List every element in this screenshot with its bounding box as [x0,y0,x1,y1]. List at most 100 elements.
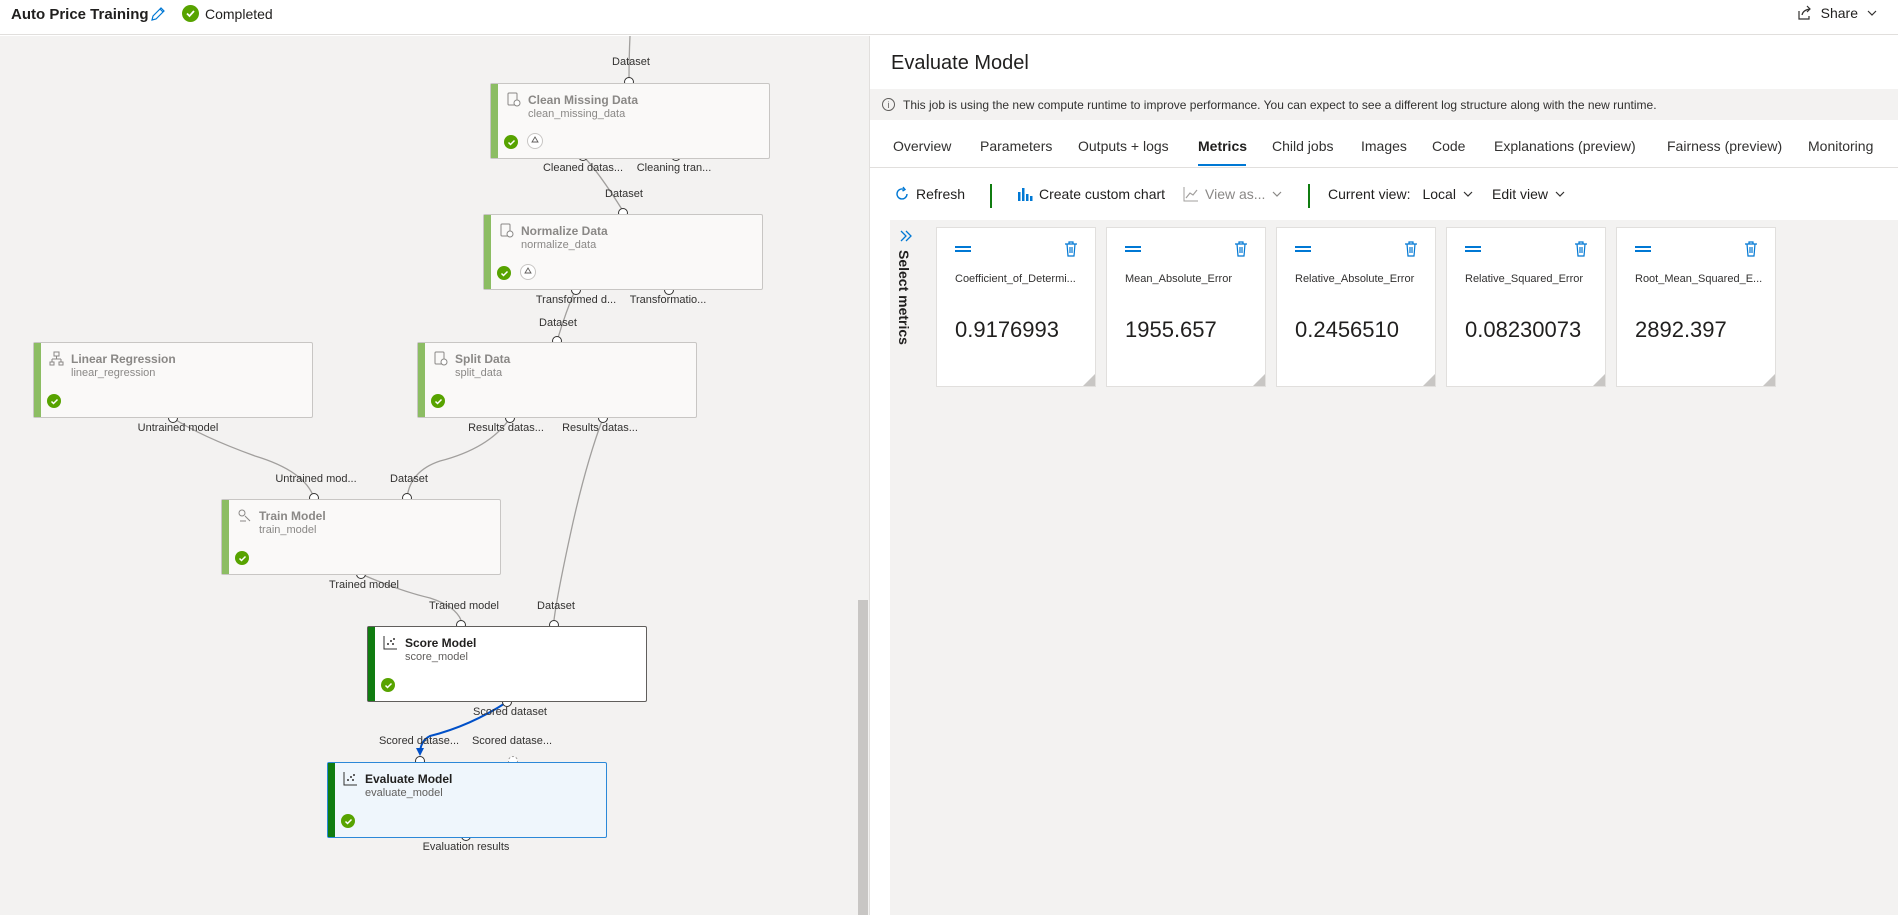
drag-handle-icon[interactable] [955,246,971,252]
resize-handle[interactable] [1253,374,1265,386]
node-subtitle: linear_regression [71,367,156,379]
refresh-icon [896,186,908,200]
current-view-label: Current view: [1328,186,1411,202]
node-title: Score Model [405,636,477,650]
tab-images[interactable]: Images [1361,138,1407,154]
model-icon [49,351,64,366]
info-text: This job is using the new compute runtim… [903,97,1657,112]
tab-outputs-logs[interactable]: Outputs + logs [1078,138,1169,154]
success-check-icon [504,135,518,149]
pipeline-canvas[interactable]: Dataset Cleaned datas... Cleaning tran..… [0,36,869,915]
success-check-icon [47,394,61,408]
refresh-label: Refresh [916,186,966,202]
port-label: Cleaned datas... [542,162,624,174]
port-label: Transformatio... [629,294,707,306]
resize-handle[interactable] [1593,374,1605,386]
node-evaluate-model[interactable]: Evaluate Model evaluate_model [327,762,607,838]
metric-name: Mean_Absolute_Error [1125,273,1233,285]
success-check-icon [497,266,511,280]
share-button[interactable]: Share [1797,5,1878,21]
create-custom-chart-button[interactable]: Create custom chart [1017,186,1165,202]
metric-card: Relative_Squared_Error 0.08230073 [1446,227,1606,387]
share-icon [1798,5,1811,20]
edit-pencil-icon[interactable] [149,5,167,23]
refresh-button[interactable]: Refresh [894,186,965,202]
node-title: Train Model [259,509,326,523]
info-icon: i [882,98,895,111]
node-title: Normalize Data [521,224,608,238]
port-label: Untrained mod... [275,473,357,485]
chevron-down-icon [1555,191,1565,197]
current-view-dropdown[interactable]: Current view: Local [1328,186,1474,202]
port-label: Dataset [537,600,575,612]
bar-chart-icon [1018,188,1033,201]
tab-child-jobs[interactable]: Child jobs [1272,138,1333,154]
node-linear-regression[interactable]: Linear Regression linear_regression [33,342,313,418]
node-title: Linear Regression [71,352,176,366]
port-label: Dataset [612,56,650,68]
tab-parameters[interactable]: Parameters [980,138,1052,154]
resize-handle[interactable] [1763,374,1775,386]
metric-value: 0.2456510 [1295,317,1399,342]
node-split-data[interactable]: Split Data split_data [417,342,697,418]
port-label: Scored dataset [473,706,547,718]
tab-metrics[interactable]: Metrics [1198,138,1247,154]
dataset-icon [507,92,521,107]
metrics-area: Select metrics Coefficient_of_Determi...… [890,220,1898,915]
delete-icon[interactable] [1063,240,1079,258]
node-title: Evaluate Model [365,772,453,786]
metric-value: 0.9176993 [955,317,1059,342]
node-title: Clean Missing Data [528,93,639,107]
tab-fairness[interactable]: Fairness (preview) [1667,138,1782,154]
view-as-dropdown[interactable]: View as... [1183,186,1283,202]
completed-check-icon [182,5,199,22]
resize-handle[interactable] [1083,374,1095,386]
port-label: Results datas... [468,422,544,434]
delete-icon[interactable] [1233,240,1249,258]
node-subtitle: train_model [259,524,317,536]
active-tab-indicator [1198,164,1246,166]
port-label: Evaluation results [422,841,510,853]
metric-name: Relative_Squared_Error [1465,273,1584,285]
delete-icon[interactable] [1403,240,1419,258]
node-subtitle: clean_missing_data [528,108,626,120]
tab-monitoring[interactable]: Monitoring [1808,138,1873,154]
metric-value: 1955.657 [1125,317,1217,342]
select-metrics-toggle[interactable]: Select metrics [890,220,920,915]
port-label: Dataset [390,473,428,485]
metric-name: Coefficient_of_Determi... [955,273,1076,285]
metric-name: Relative_Absolute_Error [1295,273,1415,285]
node-normalize-data[interactable]: Normalize Data normalize_data [483,214,763,290]
node-train-model[interactable]: Train Model train_model [221,499,501,575]
delete-icon[interactable] [1743,240,1759,258]
scatter-icon [343,772,357,786]
canvas-scrollbar[interactable] [858,600,868,915]
port-label: Dataset [539,317,577,329]
port-label: Trained model [429,600,499,612]
metrics-toolbar: Refresh Create custom chart View as... C… [870,176,1898,216]
dataset-icon [434,351,448,366]
view-as-label: View as... [1205,186,1266,202]
drag-handle-icon[interactable] [1295,246,1311,252]
node-subtitle: evaluate_model [365,787,443,799]
tab-code[interactable]: Code [1432,138,1465,154]
node-score-model[interactable]: Score Model score_model [367,626,647,702]
top-bar: Auto Price Training Completed Share [0,0,1898,35]
tab-bar: Overview Parameters Outputs + logs Metri… [870,128,1898,168]
select-metrics-label: Select metrics [896,250,912,345]
drag-handle-icon[interactable] [1465,246,1481,252]
drag-handle-icon[interactable] [1635,246,1651,252]
tab-overview[interactable]: Overview [893,138,951,154]
delete-icon[interactable] [1573,240,1589,258]
panel-title: Evaluate Model [891,52,1029,74]
success-check-icon [235,551,249,565]
tab-explanations[interactable]: Explanations (preview) [1494,138,1636,154]
port-label: Transformed d... [535,294,617,306]
edit-view-dropdown[interactable]: Edit view [1492,186,1566,202]
create-chart-label: Create custom chart [1039,186,1166,202]
resize-handle[interactable] [1423,374,1435,386]
recycle-icon [527,133,543,149]
drag-handle-icon[interactable] [1125,246,1141,252]
success-check-icon [381,678,395,692]
node-clean-missing-data[interactable]: Clean Missing Data clean_missing_data [490,83,770,159]
